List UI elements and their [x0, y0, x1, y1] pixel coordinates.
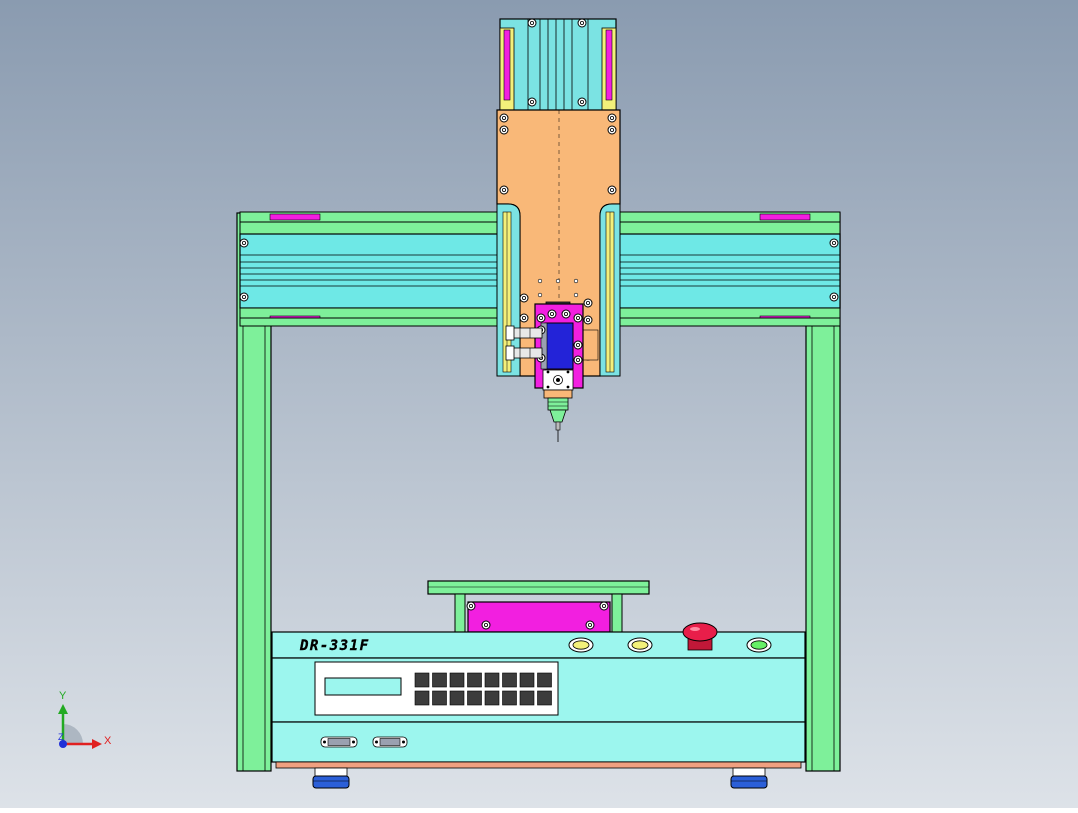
dispensing-head — [534, 301, 584, 391]
keypad-key[interactable] — [467, 690, 482, 706]
left-foot — [312, 767, 350, 789]
keypad-key[interactable] — [467, 672, 482, 688]
serial-port-right — [372, 736, 408, 748]
dispensing-robot-drawing: DR-331F Y X Z — [0, 0, 1078, 808]
panel-button-1[interactable] — [568, 637, 594, 653]
keypad-key[interactable] — [502, 672, 517, 688]
model-label: DR-331F — [299, 638, 370, 654]
keypad-key[interactable] — [432, 672, 447, 688]
keypad-key[interactable] — [449, 690, 465, 706]
keypad-key[interactable] — [432, 690, 447, 706]
keypad-key[interactable] — [537, 672, 552, 688]
keypad-key[interactable] — [449, 672, 465, 688]
keypad-key[interactable] — [519, 672, 535, 688]
work-table — [427, 580, 650, 633]
panel-button-4[interactable] — [746, 637, 772, 653]
keypad-key[interactable] — [484, 690, 500, 706]
keypad-key[interactable] — [414, 672, 430, 688]
keypad-key[interactable] — [502, 690, 517, 706]
triad-z-label: Z — [58, 732, 64, 742]
keypad-key[interactable] — [519, 690, 535, 706]
cad-viewport[interactable]: DR-331F Y X Z — [0, 0, 1078, 808]
triad-y-label: Y — [59, 690, 67, 702]
emergency-stop-button[interactable] — [682, 622, 718, 651]
panel-button-2[interactable] — [627, 637, 653, 653]
right-foot — [730, 767, 768, 789]
keypad-key[interactable] — [537, 690, 552, 706]
keypad-key[interactable] — [414, 690, 430, 706]
serial-port-left — [320, 736, 358, 748]
display-keypad-module — [314, 661, 559, 716]
z-axis-rail — [499, 18, 617, 112]
keypad-key[interactable] — [484, 672, 500, 688]
triad-x-label: X — [104, 735, 112, 747]
